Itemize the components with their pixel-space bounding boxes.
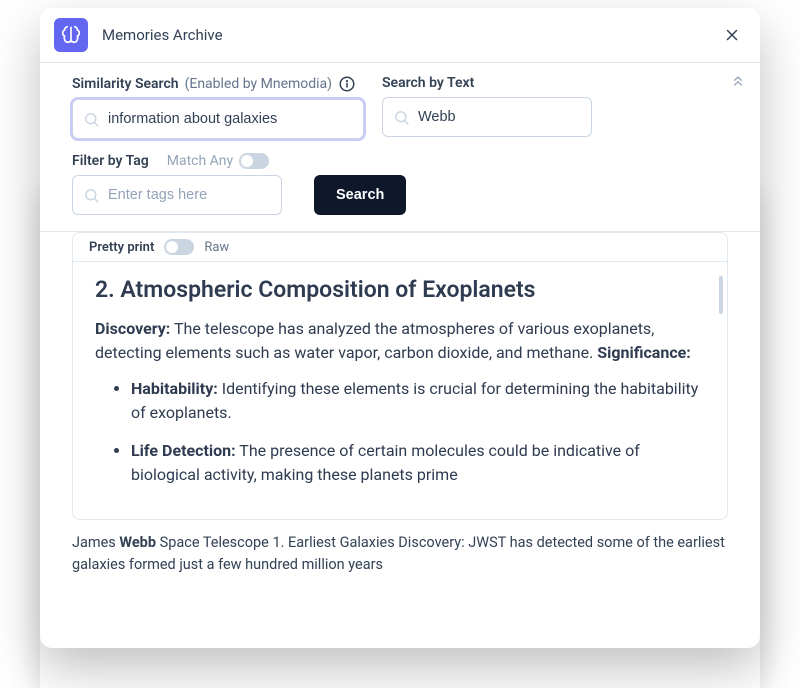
bullet-label: Habitability: [131, 379, 218, 398]
card-tabs: Pretty print Raw [73, 233, 727, 262]
bullet-label: Life Detection: [131, 441, 236, 460]
tag-input-wrap[interactable] [72, 175, 282, 215]
search-icon [393, 109, 410, 126]
text-label-row: Search by Text [382, 75, 592, 91]
close-button[interactable] [718, 21, 746, 49]
tag-filter-group: Filter by Tag Match Any [72, 153, 282, 215]
view-toggle[interactable] [164, 239, 194, 255]
result-paragraph: Discovery: The telescope has analyzed th… [95, 317, 705, 365]
match-any-group: Match Any [167, 153, 269, 169]
result-card: Pretty print Raw 2. Atmospheric Composit… [72, 232, 728, 520]
tag-input[interactable] [108, 187, 295, 203]
search-row-2: Filter by Tag Match Any Search [72, 153, 728, 215]
tag-header: Filter by Tag Match Any [72, 153, 282, 169]
card-body: 2. Atmospheric Composition of Exoplanets… [73, 262, 727, 519]
result-heading: 2. Atmospheric Composition of Exoplanets [95, 276, 705, 303]
modal-title: Memories Archive [102, 26, 718, 44]
discovery-text: The telescope has analyzed the atmospher… [95, 319, 654, 362]
similarity-search-group: Similarity Search (Enabled by Mnemodia) [72, 75, 364, 139]
search-panel: Similarity Search (Enabled by Mnemodia) … [40, 63, 760, 232]
search-row-1: Similarity Search (Enabled by Mnemodia) … [72, 75, 728, 139]
list-item: Life Detection: The presence of certain … [131, 439, 705, 487]
memories-modal: Memories Archive Similarity Search (Enab… [40, 8, 760, 648]
significance-label: Significance: [597, 343, 691, 362]
close-icon [723, 26, 741, 44]
tag-label: Filter by Tag [72, 153, 149, 169]
excerpt-post: Space Telescope 1. Earliest Galaxies Dis… [72, 534, 725, 573]
similarity-hint: (Enabled by Mnemodia) [185, 76, 332, 92]
similarity-input-wrap[interactable] [72, 99, 364, 139]
modal-header: Memories Archive [40, 8, 760, 63]
text-label: Search by Text [382, 75, 474, 91]
info-icon[interactable] [338, 75, 356, 93]
similarity-label: Similarity Search [72, 76, 179, 92]
discovery-label: Discovery: [95, 319, 170, 338]
text-input-wrap[interactable] [382, 97, 592, 137]
tab-pretty-print[interactable]: Pretty print [89, 240, 154, 255]
content-area: Pretty print Raw 2. Atmospheric Composit… [40, 232, 760, 648]
excerpt-pre: James [72, 534, 119, 551]
bullet-list: Habitability: Identifying these elements… [95, 377, 705, 487]
chevrons-up-icon [730, 73, 746, 89]
search-button[interactable]: Search [314, 175, 406, 215]
search-icon [83, 187, 100, 204]
scrollbar-thumb[interactable] [719, 276, 723, 314]
text-input[interactable] [418, 109, 605, 125]
list-item: Habitability: Identifying these elements… [131, 377, 705, 425]
excerpt-highlight: Webb [119, 534, 156, 551]
match-any-label: Match Any [167, 153, 233, 169]
search-icon [83, 111, 100, 128]
match-any-toggle[interactable] [239, 153, 269, 169]
similarity-label-row: Similarity Search (Enabled by Mnemodia) [72, 75, 364, 93]
similarity-input[interactable] [108, 111, 353, 127]
brain-icon [54, 18, 88, 52]
tab-raw[interactable]: Raw [204, 240, 229, 255]
excerpt-text: James Webb Space Telescope 1. Earliest G… [72, 532, 728, 576]
collapse-button[interactable] [730, 73, 746, 93]
text-search-group: Search by Text [382, 75, 592, 139]
